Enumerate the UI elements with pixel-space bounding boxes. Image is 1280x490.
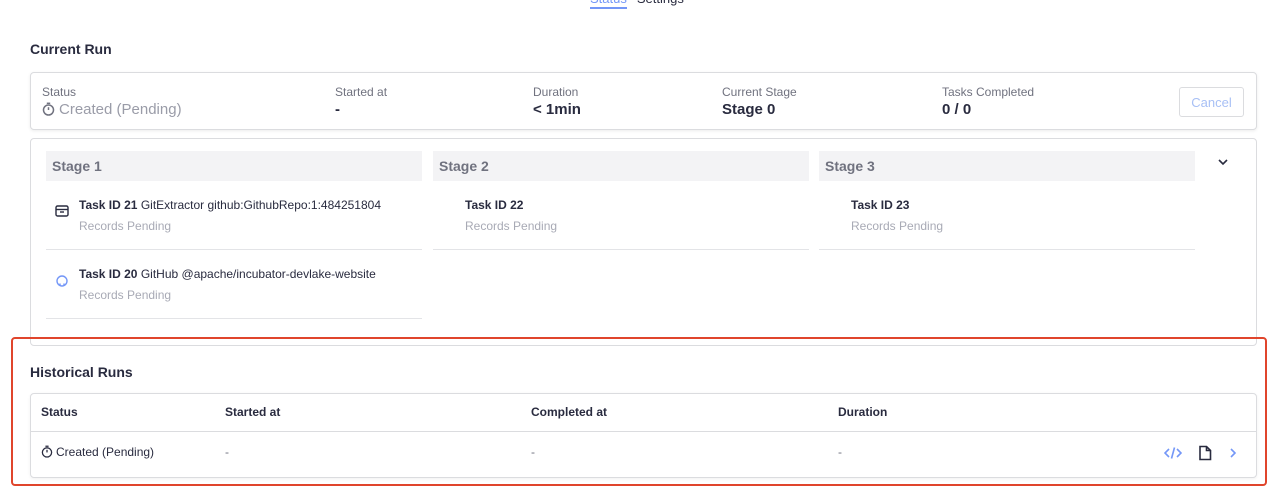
task-item[interactable]: Task ID 23 Records Pending [819, 181, 1195, 250]
task-id: Task ID 22 [465, 198, 524, 212]
task-item[interactable]: Task ID 21 GitExtractor github:GithubRep… [46, 181, 422, 250]
status-text: Created (Pending) [59, 101, 182, 118]
task-title: Task ID 21 GitExtractor github:GithubRep… [79, 198, 381, 212]
task-title: Task ID 20 GitHub @apache/incubator-devl… [79, 267, 376, 281]
row-completed: - [531, 445, 535, 459]
started-field: Started at - [335, 85, 387, 118]
row-status-text: Created (Pending) [56, 445, 155, 459]
task-title: Task ID 22 [465, 198, 523, 212]
task-status: Records Pending [465, 219, 558, 233]
current-stage-label: Current Stage [722, 85, 797, 99]
task-desc: GitExtractor github:GithubRepo:1:4842518… [140, 198, 381, 212]
task-status: Records Pending [79, 288, 172, 302]
github-icon [54, 272, 70, 288]
started-value: - [335, 101, 340, 118]
tasks-completed-field: Tasks Completed 0 / 0 [942, 85, 1034, 118]
row-duration: - [838, 445, 842, 459]
task-item[interactable]: Task ID 22 Records Pending [433, 181, 809, 250]
column-started: Started at [225, 405, 281, 419]
cancel-button[interactable]: Cancel [1179, 87, 1244, 117]
stage-column: Stage 1 Task ID 21 GitExtractor github:G… [46, 151, 422, 319]
tasks-completed-value: 0 / 0 [942, 101, 972, 118]
status-label: Status [42, 85, 77, 99]
current-stage-field: Current Stage Stage 0 [722, 85, 797, 118]
current-run-title: Current Run [30, 41, 112, 57]
stage-header: Stage 1 [46, 151, 422, 181]
current-stage-value: Stage 0 [722, 101, 776, 118]
stopwatch-icon [41, 445, 53, 461]
document-icon[interactable] [1198, 445, 1212, 461]
status-field: Status Created (Pending) [42, 85, 182, 120]
column-status: Status [41, 405, 78, 419]
stage-header: Stage 3 [819, 151, 1195, 181]
stage-header: Stage 2 [433, 151, 809, 181]
tasks-completed-label: Tasks Completed [942, 85, 1035, 99]
status-value: Created (Pending) [42, 101, 182, 120]
task-status: Records Pending [851, 219, 944, 233]
package-icon [54, 203, 70, 219]
task-item[interactable]: Task ID 20 GitHub @apache/incubator-devl… [46, 250, 422, 319]
table-row: Created (Pending) - - - [31, 432, 1256, 478]
duration-value: < 1min [533, 101, 581, 118]
historical-runs-table: Status Started at Completed at Duration … [30, 393, 1257, 478]
chevron-right-icon[interactable] [1228, 446, 1238, 460]
task-desc: GitHub @apache/incubator-devlake-website [140, 267, 376, 281]
row-status: Created (Pending) [41, 445, 154, 461]
historical-runs-title: Historical Runs [30, 364, 133, 380]
task-status: Records Pending [79, 219, 172, 233]
table-header: Status Started at Completed at Duration [31, 394, 1256, 432]
task-id: Task ID 23 [851, 198, 910, 212]
duration-label: Duration [533, 85, 579, 99]
top-tabs: Status Settings [590, 0, 684, 9]
stages-panel: Stage 1 Task ID 21 GitExtractor github:G… [30, 138, 1257, 346]
current-run-summary: Status Created (Pending) Started at - Du… [30, 72, 1257, 130]
stage-column: Stage 3 Task ID 23 Records Pending [819, 151, 1195, 250]
started-label: Started at [335, 85, 388, 99]
tab-status[interactable]: Status [590, 0, 627, 9]
code-icon[interactable] [1164, 446, 1182, 460]
task-id: Task ID 21 [79, 198, 138, 212]
stage-column: Stage 2 Task ID 22 Records Pending [433, 151, 809, 250]
chevron-down-icon[interactable] [1216, 155, 1230, 169]
column-duration: Duration [838, 405, 888, 419]
row-actions [1164, 445, 1238, 461]
duration-field: Duration < 1min [533, 85, 581, 118]
task-title: Task ID 23 [851, 198, 909, 212]
task-id: Task ID 20 [79, 267, 138, 281]
row-started: - [225, 445, 229, 459]
column-completed: Completed at [531, 405, 608, 419]
tab-settings[interactable]: Settings [637, 0, 684, 9]
stopwatch-icon [42, 102, 55, 120]
